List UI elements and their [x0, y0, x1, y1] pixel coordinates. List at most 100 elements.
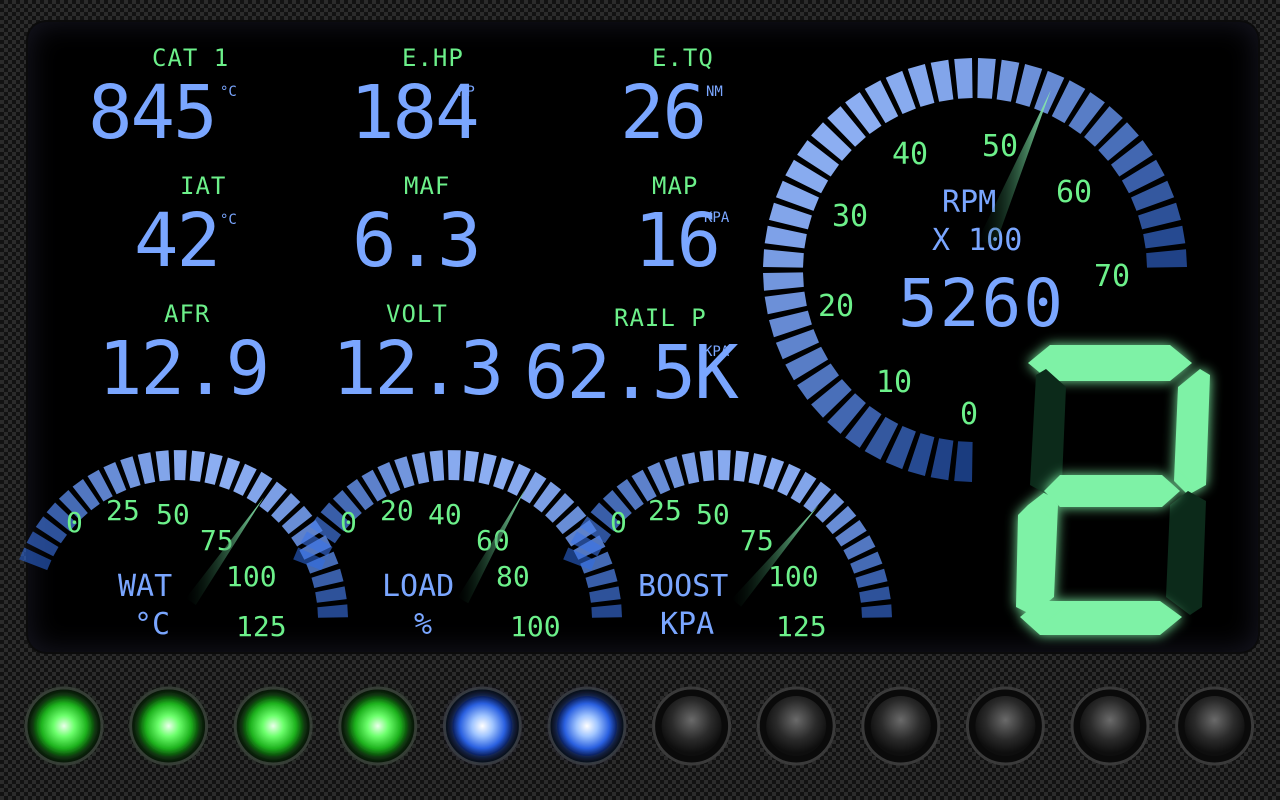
load-tick-label: 0 — [340, 506, 357, 539]
boost-gauge-unit: KPA — [660, 607, 714, 642]
rpm-tick-label: 30 — [832, 199, 868, 234]
gauge-segment — [317, 604, 348, 618]
rpm-gauge-name: RPM — [942, 185, 996, 220]
water-tick-label: 100 — [226, 560, 277, 593]
shift-light-off — [661, 696, 722, 756]
boost-tick-label: 0 — [610, 506, 627, 539]
gauge-segment — [764, 225, 807, 249]
load-tick-label: 20 — [380, 494, 414, 527]
rpm-tick-label: 50 — [982, 129, 1018, 164]
water-temp-gauge: 0 25 50 75 100 125 WAT °C — [19, 450, 348, 643]
boost-tick-label: 75 — [740, 524, 774, 557]
readout-label: IAT — [180, 172, 226, 200]
readout-value: 62.5K — [524, 330, 739, 416]
rpm-tick-label: 10 — [876, 365, 912, 400]
readout-value: 12.3 — [332, 326, 502, 412]
rpm-tick-label: 0 — [960, 397, 978, 432]
gear-indicator — [1016, 345, 1210, 635]
readout-etq: E.TQ 26 NM — [620, 44, 723, 156]
readout-map: MAP 16 KPA — [634, 172, 730, 284]
shift-light-green — [34, 696, 94, 756]
gauge-segment — [717, 450, 731, 481]
readout-unit: KPA — [704, 344, 730, 360]
dashboard-overlay: CAT 1 845 °C E.HP 184 HP E.TQ 26 NM IAT … — [19, 44, 1255, 766]
boost-tick-label: 25 — [648, 494, 682, 527]
load-gauge-name: LOAD — [382, 569, 454, 604]
readout-value: 12.9 — [98, 326, 268, 412]
readout-unit: °C — [220, 212, 237, 228]
water-tick-label: 25 — [106, 494, 140, 527]
gauge-segment — [447, 450, 461, 481]
gauge-segment — [137, 452, 156, 484]
readout-label: VOLT — [386, 300, 448, 328]
gauge-segment — [748, 453, 767, 485]
readout-label: RAIL P — [614, 304, 707, 332]
gauge-segment — [478, 453, 497, 485]
shift-light-blue — [452, 696, 513, 756]
gauge-segment — [930, 438, 954, 481]
gear-segment-c — [1166, 491, 1206, 615]
readout-value: 42 — [134, 198, 219, 284]
gear-segment-e — [1016, 491, 1058, 615]
gauge-segment — [859, 586, 891, 603]
water-tick-label: 50 — [156, 498, 190, 531]
gauge-segment — [204, 453, 223, 485]
gauge-segment — [589, 586, 621, 603]
readout-unit: HP — [458, 84, 475, 100]
shift-light-blue — [557, 696, 617, 756]
water-gauge-name: WAT — [118, 569, 172, 604]
load-tick-label: 80 — [496, 560, 530, 593]
gauge-segment — [996, 59, 1020, 102]
shift-light-off — [766, 696, 827, 756]
rpm-tick-label: 60 — [1056, 175, 1092, 210]
water-gauge-unit: °C — [134, 607, 170, 642]
readout-value: 184 — [350, 70, 478, 156]
load-tick-label: 100 — [510, 610, 561, 643]
gauge-segment — [855, 568, 888, 588]
gauge-segment — [173, 450, 187, 481]
gauge-segment — [764, 291, 807, 315]
boost-tick-label: 100 — [768, 560, 819, 593]
readout-unit: °C — [220, 84, 237, 100]
load-tick-label: 40 — [428, 498, 462, 531]
gauge-segment — [733, 450, 749, 482]
readout-label: E.TQ — [652, 44, 714, 72]
gauge-segment — [591, 604, 622, 618]
readout-label: AFR — [164, 300, 210, 328]
rpm-tick-label: 70 — [1094, 259, 1130, 294]
boost-tick-label: 125 — [776, 610, 827, 643]
water-tick-label: 125 — [236, 610, 287, 643]
readout-label: MAP — [652, 172, 698, 200]
shift-light-off — [870, 696, 931, 756]
gauge-segment — [429, 450, 445, 482]
gauge-segment — [315, 586, 347, 603]
gauge-segment — [411, 452, 430, 484]
gauge-segment — [861, 604, 892, 618]
readout-value: 6.3 — [352, 198, 480, 284]
gauge-segment — [155, 450, 171, 482]
readout-afr: AFR 12.9 — [98, 300, 270, 412]
rpm-tick-label: 20 — [818, 289, 854, 324]
rpm-scale-label: X 100 — [932, 223, 1022, 258]
gauge-segment — [930, 59, 954, 102]
water-tick-label: 0 — [66, 506, 83, 539]
boost-gauge-name: BOOST — [638, 569, 728, 604]
readout-cat1: CAT 1 845 °C — [88, 44, 237, 156]
rpm-gauge: 0 10 20 30 40 50 60 70 RPM X 100 5260 — [763, 58, 1187, 482]
readout-iat: IAT 42 °C — [134, 172, 237, 284]
shift-light-off — [1080, 696, 1140, 756]
rpm-tick-label: 40 — [892, 137, 928, 172]
gear-segment-d — [1020, 601, 1182, 635]
gauge-segment — [1143, 225, 1186, 249]
gauge-segment — [189, 450, 205, 482]
gear-segment-b — [1174, 369, 1210, 495]
boost-tick-label: 50 — [696, 498, 730, 531]
gauge-segment — [585, 568, 618, 588]
readout-value: 845 — [88, 70, 216, 156]
gauge-segment — [763, 249, 804, 268]
shift-light-green — [347, 696, 408, 756]
readout-volt: VOLT 12.3 — [332, 300, 504, 412]
gauge-segment — [1146, 249, 1187, 268]
gauge-segment — [954, 441, 973, 482]
readout-label: CAT 1 — [152, 44, 229, 72]
